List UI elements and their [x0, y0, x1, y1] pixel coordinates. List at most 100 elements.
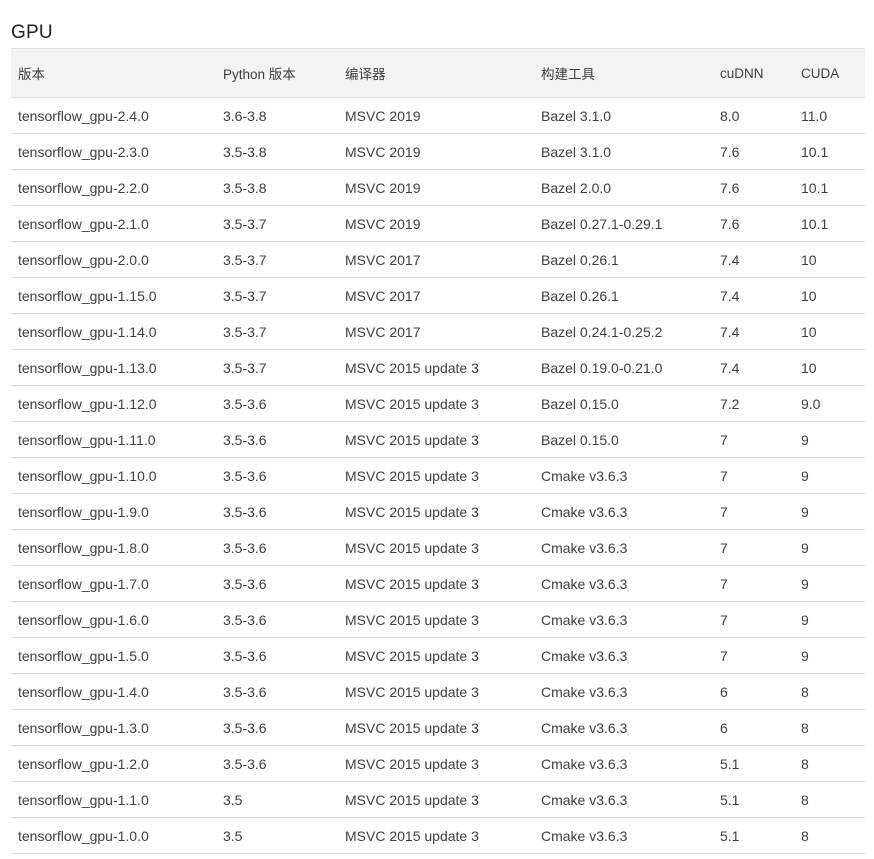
cell-version: tensorflow_gpu-1.14.0: [11, 313, 216, 350]
cell-cudnn: 5.1: [713, 781, 794, 818]
cell-version: tensorflow_gpu-1.4.0: [11, 673, 216, 710]
header-python-version: Python 版本: [216, 48, 338, 98]
cell-python-version: 3.5-3.6: [216, 529, 338, 566]
cell-compiler: MSVC 2015 update 3: [338, 457, 534, 494]
cell-cuda: 9.0: [794, 385, 865, 422]
table-row: tensorflow_gpu-1.14.0 3.5-3.7 MSVC 2017 Baz…: [11, 313, 865, 350]
cell-cudnn: 7: [713, 529, 794, 566]
cell-build-tool: Bazel 0.24.1-0.25.2: [534, 313, 713, 350]
cell-python-version: 3.5-3.6: [216, 457, 338, 494]
cell-cuda: 10: [794, 349, 865, 386]
cell-build-tool: Cmake v3.6.3: [534, 709, 713, 746]
table-row: tensorflow_gpu-1.4.0 3.5-3.6 MSVC 2015 upd…: [11, 673, 865, 710]
cell-version: tensorflow_gpu-1.10.0: [11, 457, 216, 494]
table-row: tensorflow_gpu-1.9.0 3.5-3.6 MSVC 2015 upd…: [11, 493, 865, 530]
cell-python-version: 3.5-3.6: [216, 673, 338, 710]
table-row: tensorflow_gpu-2.2.0 3.5-3.8 MSVC 2019 Baze…: [11, 169, 865, 206]
cell-cuda: 9: [794, 637, 865, 674]
cell-compiler: MSVC 2015 update 3: [338, 709, 534, 746]
cell-python-version: 3.5-3.7: [216, 349, 338, 386]
cell-cuda: 8: [794, 817, 865, 854]
cell-build-tool: Cmake v3.6.3: [534, 457, 713, 494]
cell-cuda: 9: [794, 421, 865, 458]
cell-cudnn: 7.6: [713, 205, 794, 242]
cell-cuda: 8: [794, 781, 865, 818]
cell-compiler: MSVC 2017: [338, 277, 534, 314]
cell-version: tensorflow_gpu-1.11.0: [11, 421, 216, 458]
cell-cudnn: 7.4: [713, 241, 794, 278]
cell-cuda: 10: [794, 313, 865, 350]
header-build-tool: 构建工具: [534, 48, 713, 98]
cell-compiler: MSVC 2015 update 3: [338, 493, 534, 530]
cell-python-version: 3.5-3.8: [216, 169, 338, 206]
cell-cuda: 9: [794, 565, 865, 602]
cell-compiler: MSVC 2015 update 3: [338, 817, 534, 854]
cell-build-tool: Cmake v3.6.3: [534, 781, 713, 818]
table-row: tensorflow_gpu-2.0.0 3.5-3.7 MSVC 2017 Baze…: [11, 241, 865, 278]
table-row: tensorflow_gpu-1.10.0 3.5-3.6 MSVC 2015 up…: [11, 457, 865, 494]
cell-version: tensorflow_gpu-2.1.0: [11, 205, 216, 242]
cell-cudnn: 7.4: [713, 277, 794, 314]
cell-cudnn: 7: [713, 421, 794, 458]
cell-compiler: MSVC 2015 update 3: [338, 745, 534, 782]
cell-version: tensorflow_gpu-1.0.0: [11, 817, 216, 854]
cell-compiler: MSVC 2015 update 3: [338, 637, 534, 674]
cell-cudnn: 7: [713, 493, 794, 530]
table-row: tensorflow_gpu-1.0.0 3.5 MSVC 2015 update …: [11, 817, 865, 854]
cell-cudnn: 7: [713, 637, 794, 674]
cell-python-version: 3.5-3.8: [216, 133, 338, 170]
cell-compiler: MSVC 2015 update 3: [338, 673, 534, 710]
cell-version: tensorflow_gpu-2.0.0: [11, 241, 216, 278]
cell-compiler: MSVC 2015 update 3: [338, 565, 534, 602]
cell-build-tool: Cmake v3.6.3: [534, 817, 713, 854]
cell-build-tool: Bazel 0.26.1: [534, 241, 713, 278]
cell-compiler: MSVC 2015 update 3: [338, 385, 534, 422]
cell-python-version: 3.5-3.6: [216, 601, 338, 638]
table-row: tensorflow_gpu-1.7.0 3.5-3.6 MSVC 2015 upd…: [11, 565, 865, 602]
table-row: tensorflow_gpu-2.3.0 3.5-3.8 MSVC 2019 Baze…: [11, 133, 865, 170]
cell-version: tensorflow_gpu-1.2.0: [11, 745, 216, 782]
table-row: tensorflow_gpu-1.6.0 3.5-3.6 MSVC 2015 upd…: [11, 601, 865, 638]
cell-cuda: 10.1: [794, 133, 865, 170]
cell-python-version: 3.5-3.6: [216, 637, 338, 674]
page-title: GPU: [11, 21, 53, 43]
cell-build-tool: Bazel 2.0.0: [534, 169, 713, 206]
cell-python-version: 3.5: [216, 817, 338, 854]
cell-cudnn: 7.2: [713, 385, 794, 422]
cell-build-tool: Cmake v3.6.3: [534, 565, 713, 602]
cell-cuda: 10.1: [794, 205, 865, 242]
cell-cudnn: 8.0: [713, 97, 794, 134]
cell-compiler: MSVC 2017: [338, 313, 534, 350]
table-body: tensorflow_gpu-2.4.0 3.6-3.8 MSVC 2019 Baze…: [11, 97, 865, 854]
header-cuda: CUDA: [794, 48, 865, 98]
cell-version: tensorflow_gpu-2.4.0: [11, 97, 216, 134]
cell-cudnn: 7: [713, 565, 794, 602]
header-cudnn: cuDNN: [713, 48, 794, 98]
table-row: tensorflow_gpu-2.4.0 3.6-3.8 MSVC 2019 Baze…: [11, 97, 865, 134]
cell-cuda: 10: [794, 241, 865, 278]
table-row: tensorflow_gpu-1.1.0 3.5 MSVC 2015 update …: [11, 781, 865, 818]
cell-compiler: MSVC 2019: [338, 169, 534, 206]
cell-python-version: 3.5-3.6: [216, 385, 338, 422]
cell-python-version: 3.5-3.7: [216, 241, 338, 278]
cell-cudnn: 7.6: [713, 133, 794, 170]
cell-compiler: MSVC 2015 update 3: [338, 421, 534, 458]
cell-cudnn: 7: [713, 601, 794, 638]
cell-build-tool: Cmake v3.6.3: [534, 493, 713, 530]
cell-version: tensorflow_gpu-1.5.0: [11, 637, 216, 674]
cell-cuda: 8: [794, 745, 865, 782]
cell-build-tool: Cmake v3.6.3: [534, 529, 713, 566]
cell-cuda: 10.1: [794, 169, 865, 206]
table-row: tensorflow_gpu-1.3.0 3.5-3.6 MSVC 2015 upd…: [11, 709, 865, 746]
cell-version: tensorflow_gpu-2.3.0: [11, 133, 216, 170]
cell-compiler: MSVC 2015 update 3: [338, 529, 534, 566]
cell-python-version: 3.5-3.6: [216, 565, 338, 602]
cell-cudnn: 7: [713, 457, 794, 494]
table-row: tensorflow_gpu-1.15.0 3.5-3.7 MSVC 2017 Baz…: [11, 277, 865, 314]
gpu-compatibility-table: 版本 Python 版本 编译器 构建工具 cuDNN CUDA tensorf…: [11, 48, 865, 854]
cell-cudnn: 5.1: [713, 817, 794, 854]
cell-version: tensorflow_gpu-1.6.0: [11, 601, 216, 638]
cell-cuda: 9: [794, 529, 865, 566]
table-header: 版本 Python 版本 编译器 构建工具 cuDNN CUDA: [11, 48, 865, 98]
cell-cuda: 10: [794, 277, 865, 314]
